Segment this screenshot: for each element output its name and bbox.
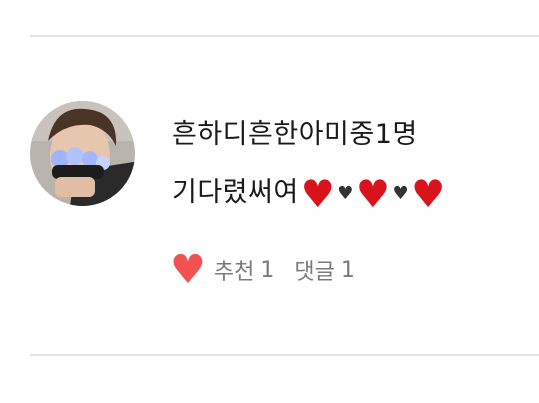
like-count: 1 [260, 257, 275, 283]
comment-line-1: 흔하디흔한아미중1명 [172, 119, 418, 150]
reply-count: 1 [340, 257, 355, 283]
avatar-image [30, 101, 135, 206]
top-divider [30, 35, 539, 37]
black-heart-icon: ♥ [392, 182, 410, 204]
bottom-divider [30, 354, 539, 356]
reply-label[interactable]: 댓글 [294, 254, 334, 286]
red-heart-icon: ♥ [355, 171, 391, 216]
avatar[interactable] [30, 101, 135, 206]
red-heart-icon: ♥ [411, 171, 446, 216]
red-heart-icon: ♥ [300, 171, 336, 216]
comment-line-2-text: 기다렸써여 [172, 177, 299, 208]
like-label[interactable]: 추천 [214, 254, 254, 286]
heart-emoji-group: ♥ ♥ ♥ ♥ ♥ [301, 175, 446, 213]
like-heart-icon[interactable]: ♥ [170, 250, 206, 290]
comment-line-2: 기다렸써여 ♥ ♥ ♥ ♥ ♥ [172, 170, 446, 213]
black-heart-icon: ♥ [337, 182, 354, 204]
comment-actions: ♥ 추천 1 댓글 1 [170, 250, 375, 290]
